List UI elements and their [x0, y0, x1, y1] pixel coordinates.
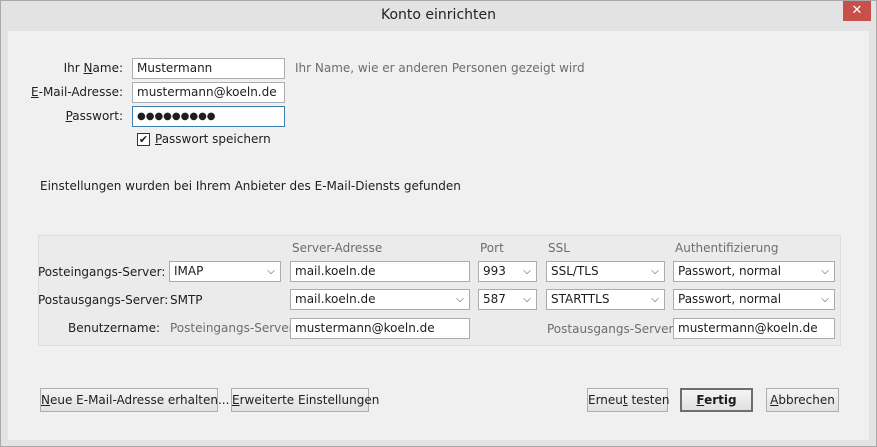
close-button[interactable]: ✕ [843, 1, 871, 21]
outgoing-ssl-select[interactable]: STARTTLS ⌵ [546, 289, 665, 310]
username-outgoing-label: Postausgangs-Server: [547, 322, 678, 336]
name-hint: Ihr Name, wie er anderen Personen gezeig… [295, 61, 585, 75]
retest-button[interactable]: Erneut testen [587, 388, 669, 412]
incoming-server-label: Posteingangs-Server: [38, 265, 166, 279]
incoming-username-input[interactable]: mustermann@koeln.de [290, 318, 470, 339]
chevron-down-icon: ⌵ [821, 294, 829, 305]
column-header-address: Server-Adresse [292, 241, 383, 255]
column-header-port: Port [480, 241, 504, 255]
chevron-down-icon: ⌵ [651, 294, 659, 305]
outgoing-username-input[interactable]: mustermann@koeln.de [673, 318, 835, 339]
outgoing-server-address-select[interactable]: mail.koeln.de ⌵ [290, 289, 470, 310]
dialog-window: Konto einrichten ✕ Ihr Name: Mustermann … [0, 0, 877, 447]
incoming-port-select[interactable]: 993 ⌵ [478, 261, 537, 282]
incoming-server-address-input[interactable]: mail.koeln.de [290, 261, 470, 282]
cancel-button[interactable]: Abbrechen [766, 388, 839, 412]
title-bar: Konto einrichten [1, 1, 876, 31]
password-label: Passwort: [65, 109, 123, 123]
advanced-settings-button[interactable]: Erweiterte Einstellungen [231, 388, 379, 412]
chevron-down-icon: ⌵ [456, 294, 464, 305]
window-title: Konto einrichten [381, 7, 496, 23]
incoming-protocol-select[interactable]: IMAP ⌵ [169, 261, 281, 282]
chevron-down-icon: ⌵ [651, 266, 659, 277]
name-label: Ihr Name: [63, 61, 123, 75]
column-header-ssl: SSL [548, 241, 570, 255]
done-button[interactable]: Fertig [680, 388, 753, 412]
name-input[interactable]: Mustermann [132, 58, 285, 79]
email-label: E-Mail-Adresse: [31, 85, 123, 99]
checkmark-icon: ✔ [138, 133, 149, 146]
outgoing-protocol: SMTP [170, 293, 203, 307]
password-input[interactable]: ●●●●●●●●● [132, 106, 285, 127]
column-header-auth: Authentifizierung [675, 241, 779, 255]
outgoing-auth-select[interactable]: Passwort, normal ⌵ [673, 289, 835, 310]
dialog-content: Ihr Name: Mustermann Ihr Name, wie er an… [8, 31, 869, 440]
incoming-ssl-select[interactable]: SSL/TLS ⌵ [546, 261, 665, 282]
chevron-down-icon: ⌵ [267, 266, 275, 277]
close-icon: ✕ [851, 3, 863, 18]
email-input[interactable]: mustermann@koeln.de [132, 82, 285, 103]
new-email-address-button[interactable]: Neue E-Mail-Adresse erhalten... [40, 388, 229, 412]
outgoing-server-label: Postausgangs-Server: [38, 293, 169, 307]
remember-password-label[interactable]: Passwort speichern [155, 132, 271, 146]
incoming-auth-select[interactable]: Passwort, normal ⌵ [673, 261, 835, 282]
username-label: Benutzername: [67, 321, 160, 335]
chevron-down-icon: ⌵ [523, 266, 531, 277]
remember-password-checkbox[interactable]: ✔ [137, 133, 150, 146]
status-message: Einstellungen wurden bei Ihrem Anbieter … [40, 179, 461, 193]
chevron-down-icon: ⌵ [523, 294, 531, 305]
username-incoming-label: Posteingangs-Server: [170, 321, 298, 335]
outgoing-port-select[interactable]: 587 ⌵ [478, 289, 537, 310]
chevron-down-icon: ⌵ [821, 266, 829, 277]
